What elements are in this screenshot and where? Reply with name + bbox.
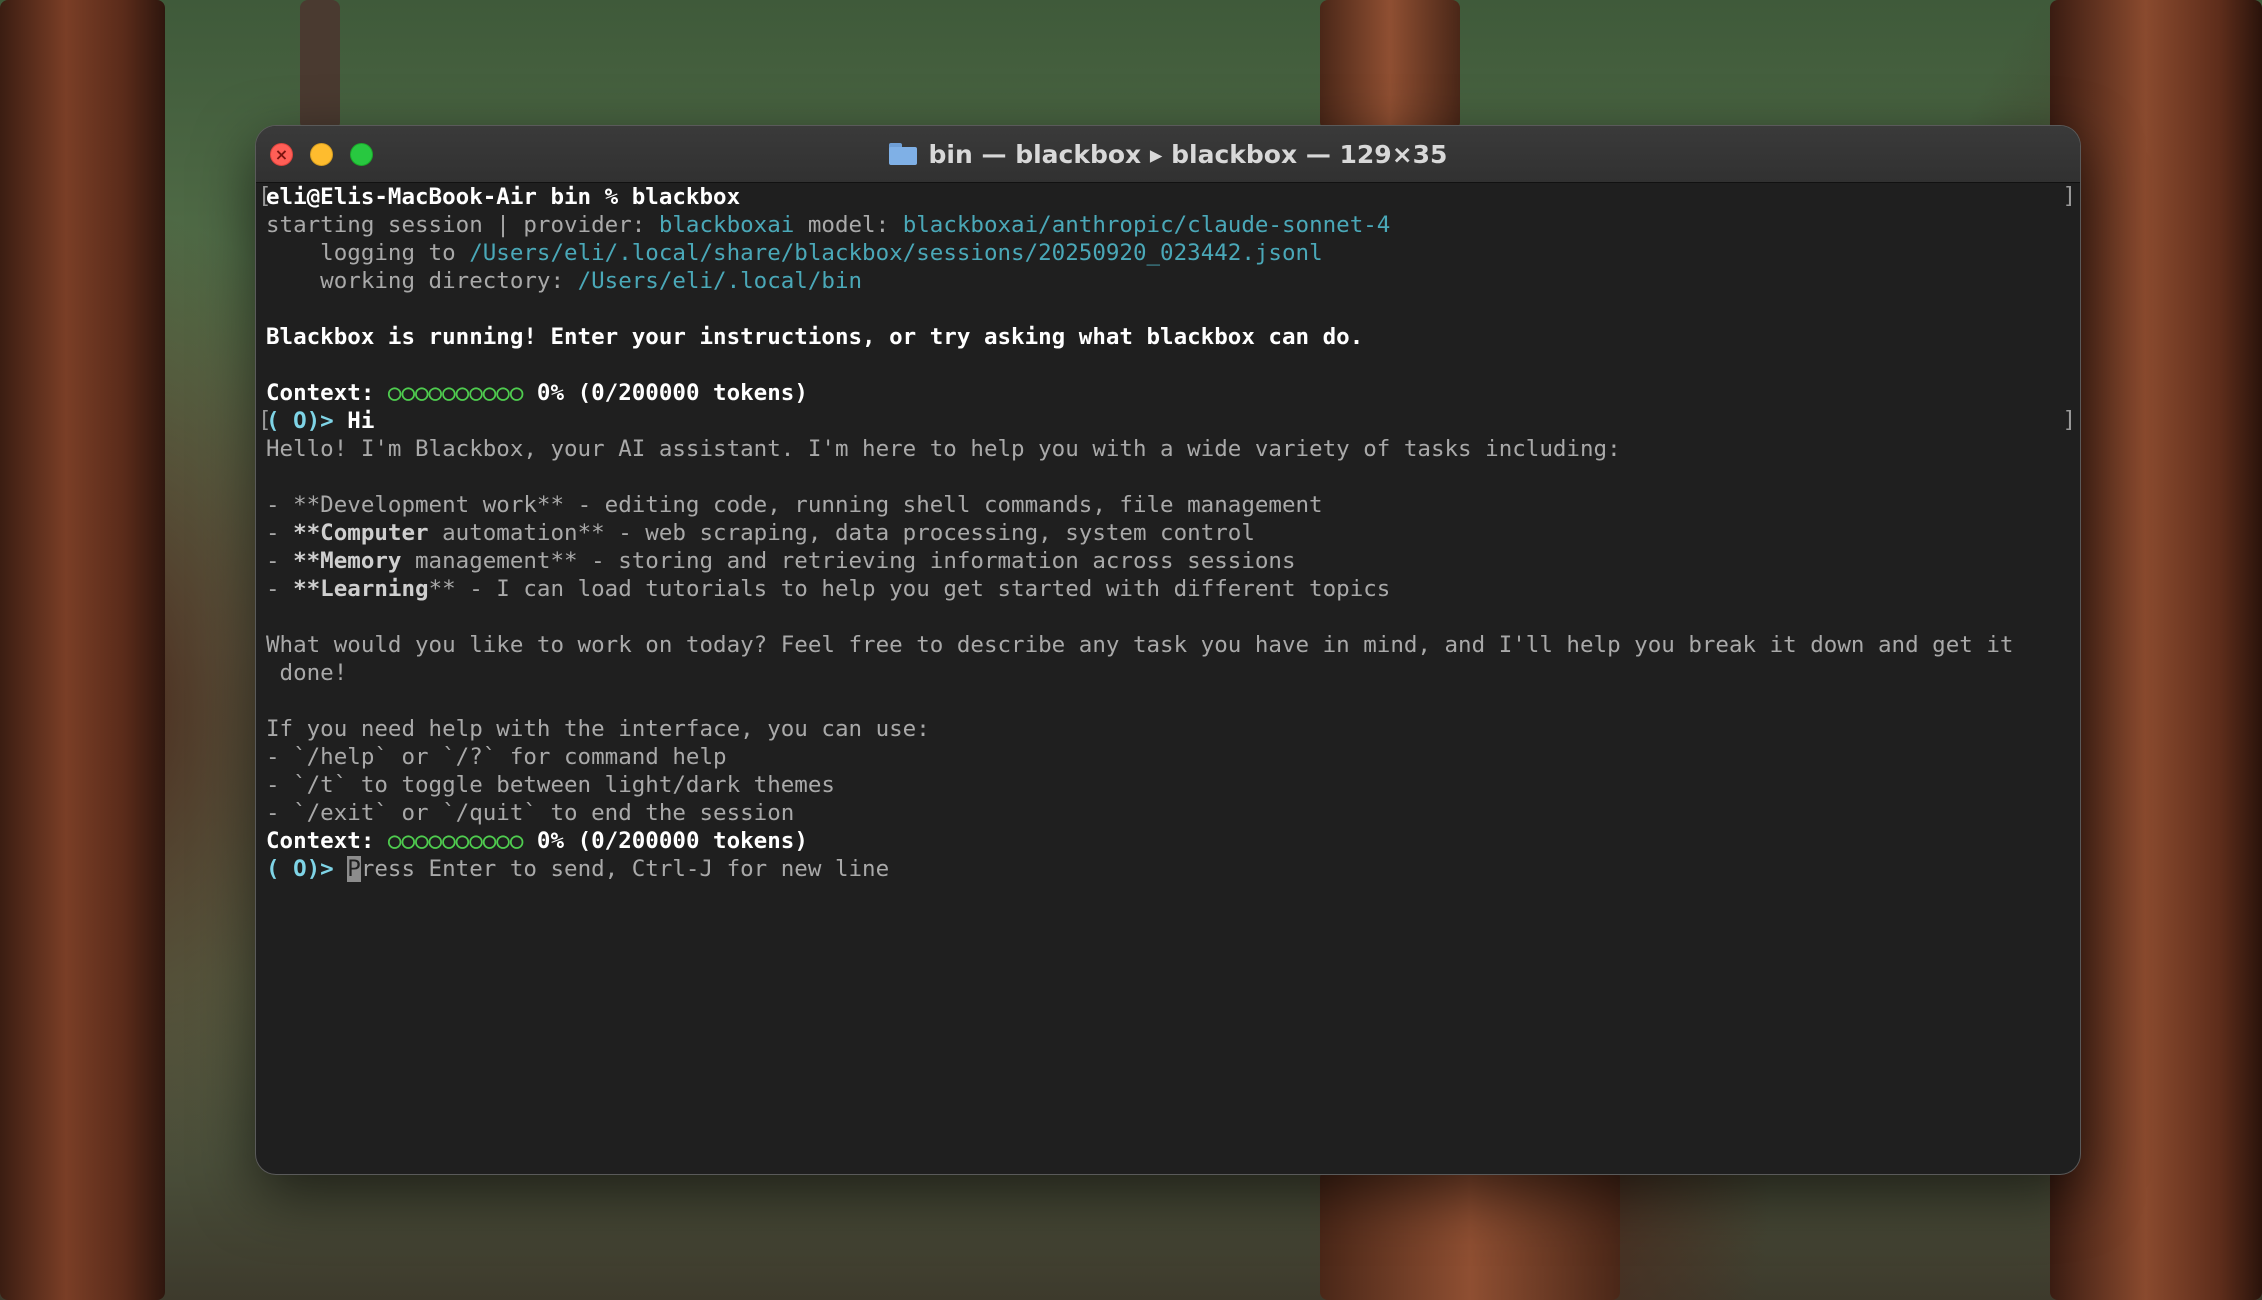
folder-icon (888, 143, 917, 165)
reply-bullet: - **Computer automation** - web scraping… (266, 520, 1255, 546)
prompt-symbol: ( O)> (266, 408, 348, 434)
window-title: bin — blackbox ▸ blackbox — 129×35 (928, 139, 1448, 169)
provider-value: blackboxai (658, 212, 795, 238)
reply-bullet: - **Memory management** - storing and re… (266, 548, 1296, 574)
help-item: - `/t` to toggle between light/dark them… (266, 772, 835, 798)
reply-bullet: - **Development work** - editing code, r… (266, 492, 1323, 518)
background-tree (2050, 0, 2262, 1300)
background-tree (1320, 0, 1460, 130)
context-line: Context: ○○○○○○○○○○ 0% (0/200000 tokens) (266, 380, 808, 406)
context-meter: ○○○○○○○○○○ (387, 380, 524, 406)
welcome-message: Blackbox is running! Enter your instruct… (266, 324, 1364, 350)
reply-question: What would you like to work on today? Fe… (266, 632, 2014, 658)
context-line: Context: ○○○○○○○○○○ 0% (0/200000 tokens) (266, 828, 808, 854)
selection-bracket: ] (2062, 407, 2076, 433)
user-message: Hi (347, 408, 375, 434)
logging-line: logging to /Users/eli/.local/share/black… (266, 240, 1323, 266)
input-line[interactable]: ( O)> Press Enter to send, Ctrl-J for ne… (266, 855, 889, 883)
input-placeholder: ress Enter to send, Ctrl-J for new line (360, 856, 890, 882)
background-tree (300, 0, 340, 130)
working-directory-path: /Users/eli/.local/bin (577, 268, 863, 294)
text-cursor: P (347, 856, 361, 882)
reply-intro: Hello! I'm Blackbox, your AI assistant. … (266, 436, 1621, 462)
window-title-area: bin — blackbox ▸ blackbox — 129×35 (256, 126, 2080, 182)
help-item: - `/exit` or `/quit` to end the session (266, 800, 795, 826)
model-value: blackboxai/anthropic/claude-sonnet-4 (902, 212, 1391, 238)
reply-bullet: - **Learning** - I can load tutorials to… (266, 576, 1391, 602)
help-intro: If you need help with the interface, you… (266, 716, 930, 742)
reply-question-cont: done! (266, 660, 348, 686)
terminal-content[interactable]: [ ] eli@Elis-MacBook-Air bin % blackbox … (258, 182, 2076, 1174)
title-bar[interactable]: × bin — blackbox ▸ blackbox — 129×35 (256, 126, 2080, 183)
logging-path: /Users/eli/.local/share/blackbox/session… (469, 240, 1323, 266)
background-tree (0, 0, 165, 1300)
help-item: - `/help` or `/?` for command help (266, 744, 727, 770)
working-directory-line: working directory: /Users/eli/.local/bin (266, 268, 863, 294)
user-message-line: ( O)> Hi (266, 407, 374, 435)
terminal-window[interactable]: × bin — blackbox ▸ blackbox — 129×35 [ ]… (256, 126, 2080, 1174)
shell-command-line: eli@Elis-MacBook-Air bin % blackbox (266, 184, 741, 210)
background-tree (1320, 1170, 1620, 1300)
context-meter: ○○○○○○○○○○ (387, 828, 524, 854)
prompt-symbol: ( O)> (266, 856, 348, 882)
session-info-line: starting session | provider: blackboxai … (266, 212, 1391, 238)
selection-bracket: ] (2062, 183, 2076, 209)
